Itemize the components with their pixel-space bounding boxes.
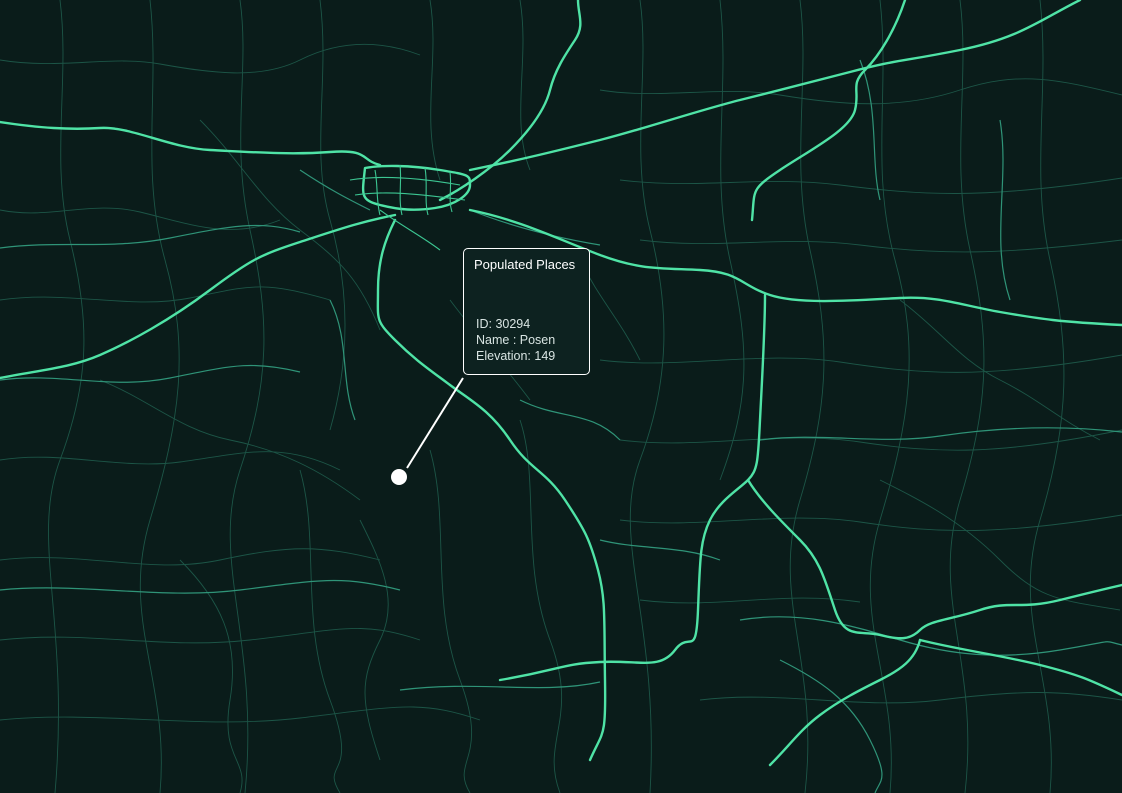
popup-details: ID: 30294 Name : Posen Elevation: 149 [476,316,555,364]
road-network-map[interactable] [0,0,1122,793]
popup-title: Populated Places [474,257,576,272]
popup-id: ID: 30294 [476,317,531,331]
place-info-popup: Populated Places ID: 30294 Name : Posen … [463,248,590,375]
popup-elevation: Elevation: 149 [476,349,556,363]
popup-name: Name : Posen [476,333,556,347]
map-view[interactable]: Populated Places ID: 30294 Name : Posen … [0,0,1122,793]
map-background [0,0,1122,793]
place-marker[interactable] [391,469,407,485]
